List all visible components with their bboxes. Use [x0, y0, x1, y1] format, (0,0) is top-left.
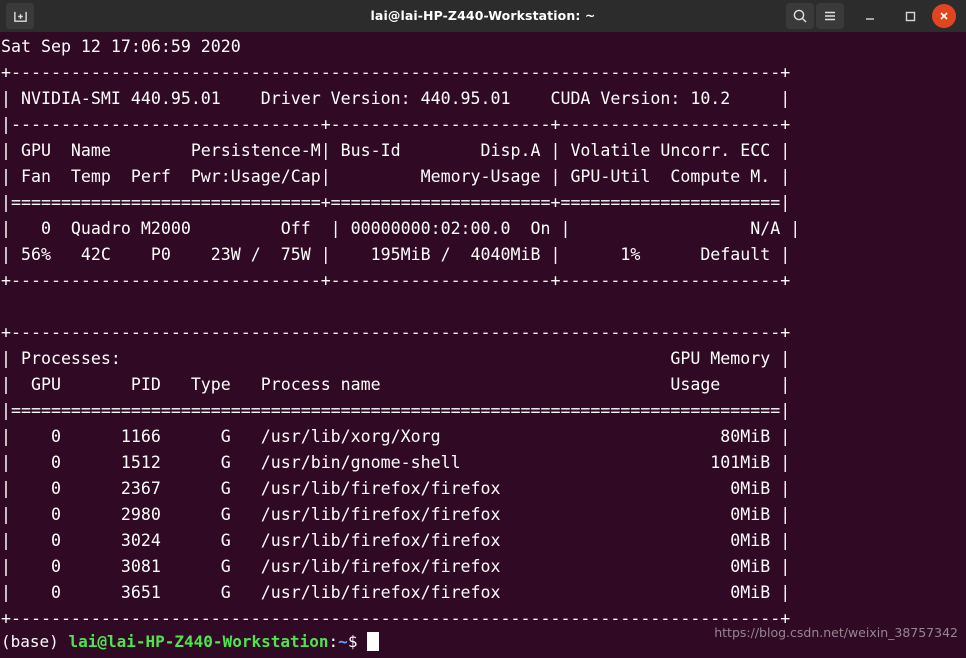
terminal-line: | 0 3651 G /usr/lib/firefox/firefox 0MiB… — [1, 583, 791, 602]
terminal-line: | Processes: GPU Memory | — [1, 349, 791, 368]
titlebar-left-group — [0, 3, 34, 29]
terminal-line: |-------------------------------+-------… — [1, 115, 791, 134]
terminal-line: | 0 3081 G /usr/lib/firefox/firefox 0MiB… — [1, 557, 791, 576]
hamburger-menu-icon[interactable] — [816, 3, 844, 29]
terminal-line: Sat Sep 12 17:06:59 2020 — [1, 37, 241, 56]
terminal-line: +---------------------------------------… — [1, 323, 791, 342]
text-cursor[interactable] — [367, 632, 380, 651]
terminal-line: | Fan Temp Perf Pwr:Usage/Cap| Memory-Us… — [1, 167, 791, 186]
prompt-userhost: lai@lai-HP-Z440-Workstation — [68, 632, 329, 651]
conda-env-label: (base) — [1, 632, 69, 651]
terminal-line: | 0 1512 G /usr/bin/gnome-shell 101MiB | — [1, 453, 791, 472]
prompt-colon: : — [328, 632, 339, 651]
terminal-output: Sat Sep 12 17:06:59 2020 +---------------… — [1, 34, 966, 632]
terminal-line: |===============================+=======… — [1, 193, 791, 212]
terminal-line: | GPU PID Type Process name Usage | — [1, 375, 791, 394]
minimize-icon[interactable] — [856, 3, 884, 29]
terminal-line: |=======================================… — [1, 401, 791, 420]
prompt-path: ~ — [338, 632, 348, 651]
prompt-sigil: $ — [347, 632, 358, 651]
close-icon[interactable] — [932, 4, 956, 28]
titlebar-right-group — [786, 0, 962, 32]
terminal-line: +-------------------------------+-------… — [1, 271, 791, 290]
terminal-line: | 0 2980 G /usr/lib/firefox/firefox 0MiB… — [1, 505, 791, 524]
search-icon[interactable] — [786, 3, 814, 29]
terminal-screen[interactable]: Sat Sep 12 17:06:59 2020 +---------------… — [0, 32, 966, 658]
watermark-text: https://blog.csdn.net/weixin_38757342 — [714, 625, 958, 640]
maximize-icon[interactable] — [896, 3, 924, 29]
terminal-line: +---------------------------------------… — [1, 63, 791, 82]
title-bar: lai@lai-HP-Z440-Workstation: ~ — [0, 0, 966, 32]
terminal-line: | 0 3024 G /usr/lib/firefox/firefox 0MiB… — [1, 531, 791, 550]
terminal-line: | 0 1166 G /usr/lib/xorg/Xorg 80MiB | — [1, 427, 791, 446]
terminal-line: | 0 Quadro M2000 Off | 00000000:02:00.0 … — [1, 219, 801, 238]
terminal-line: | 0 2367 G /usr/lib/firefox/firefox 0MiB… — [1, 479, 791, 498]
new-tab-icon[interactable] — [6, 3, 34, 29]
terminal-line: | NVIDIA-SMI 440.95.01 Driver Version: 4… — [1, 89, 791, 108]
terminal-line: | GPU Name Persistence-M| Bus-Id Disp.A … — [1, 141, 791, 160]
terminal-line: | 56% 42C P0 23W / 75W | 195MiB / 4040Mi… — [1, 245, 791, 264]
